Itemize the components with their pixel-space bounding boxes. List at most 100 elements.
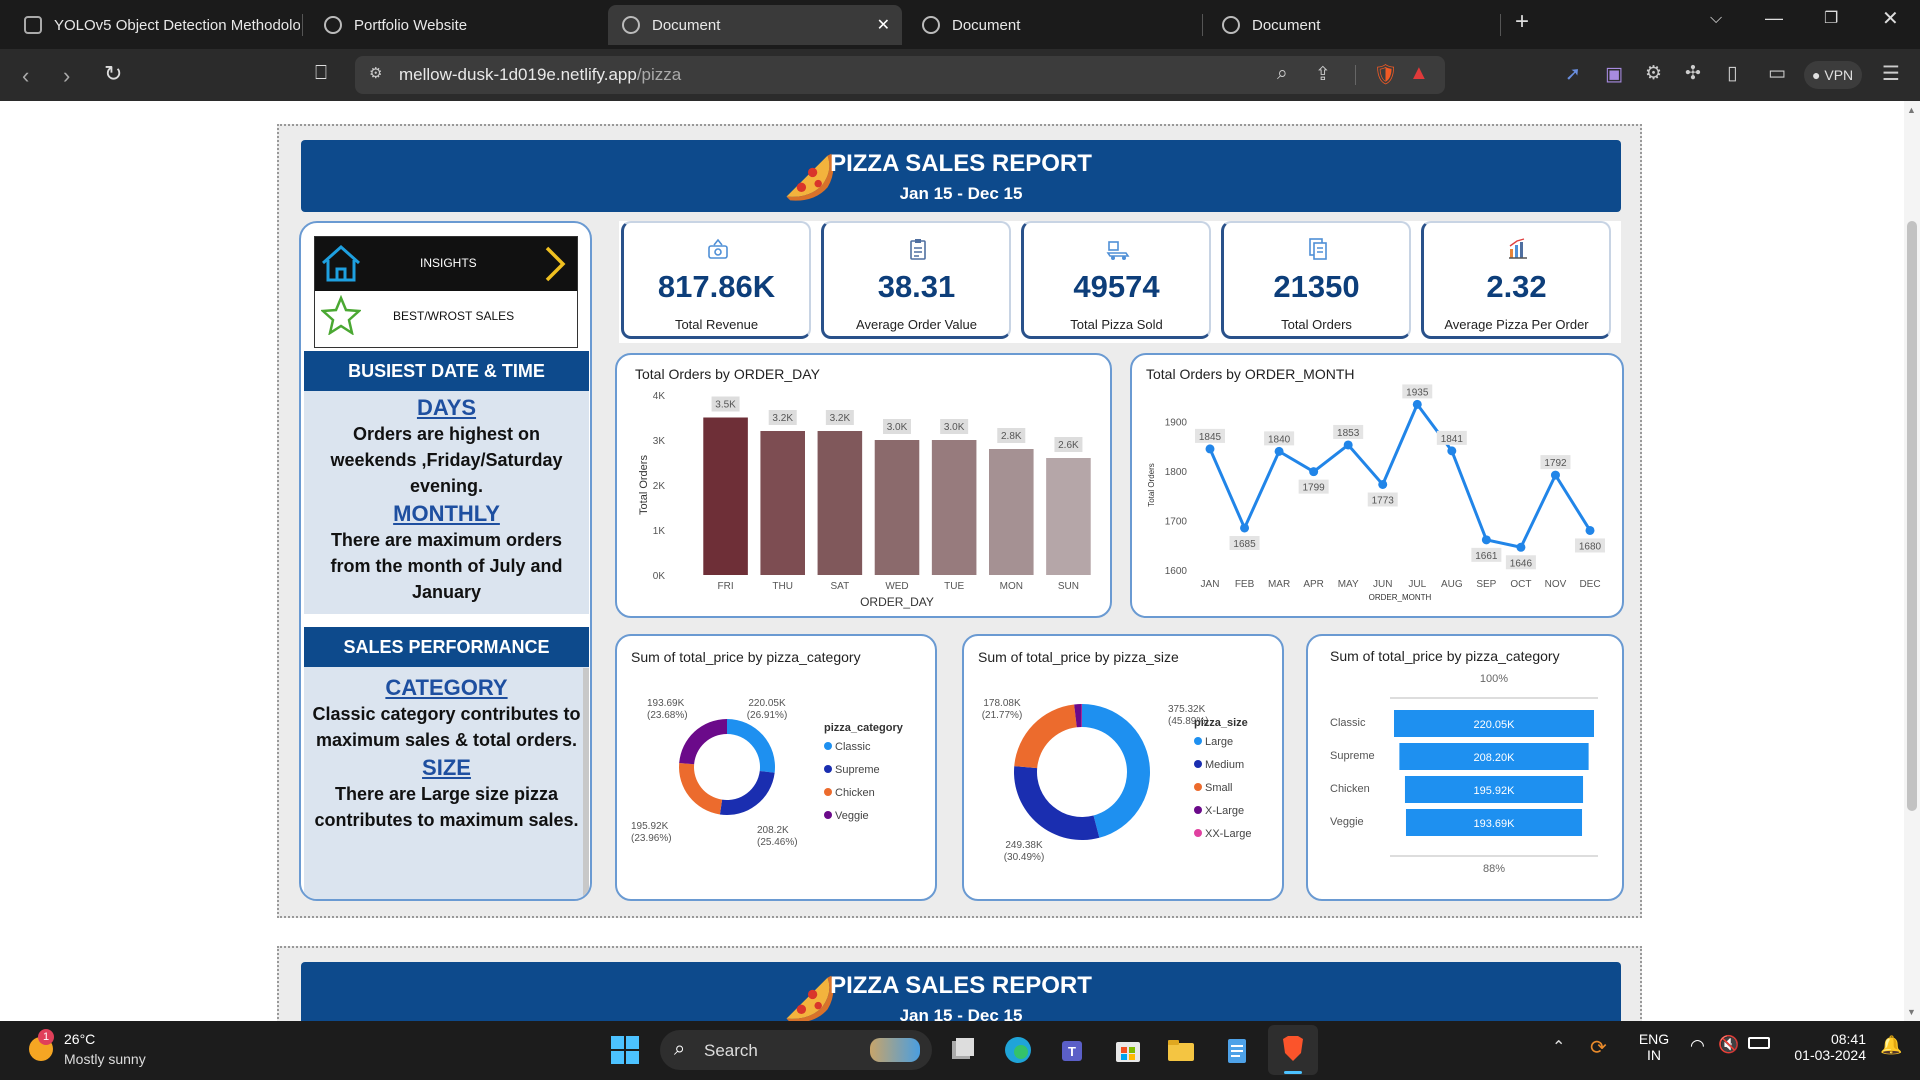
sidebar-icon[interactable]: ▯	[1727, 62, 1737, 85]
share-icon[interactable]: ⇪	[1315, 63, 1331, 86]
scroll-down-icon[interactable]: ▼	[1907, 1007, 1916, 1017]
pie-slice	[727, 719, 775, 773]
kpi-label: Average Order Value	[856, 317, 977, 332]
close-window-button[interactable]: ✕	[1882, 6, 1899, 31]
price-by-category-donut: Sum of total_price by pizza_category 220.…	[631, 649, 904, 848]
extension-icon[interactable]: ▣	[1605, 63, 1623, 86]
tab-yolov5[interactable]: YOLOv5 Object Detection Methodolo	[10, 5, 300, 45]
notepad-icon[interactable]	[1222, 1035, 1252, 1065]
extensions-puzzle-icon[interactable]: ✣	[1685, 62, 1701, 85]
scroll-up-icon[interactable]: ▲	[1907, 105, 1916, 115]
minimize-button[interactable]: —	[1765, 8, 1783, 29]
x-tick-label: FEB	[1235, 579, 1255, 590]
size-text: There are Large size pizza contributes t…	[314, 784, 579, 830]
forward-icon[interactable]: ›	[63, 63, 70, 89]
mute-icon[interactable]: 🔇	[1718, 1035, 1739, 1055]
busiest-section: DAYS Orders are highest on weekends ,Fri…	[304, 391, 589, 614]
page-scrollbar[interactable]: ▲ ▼	[1904, 101, 1920, 1021]
orders-icon	[1309, 238, 1327, 260]
wifi-icon[interactable]: ◠	[1690, 1036, 1705, 1056]
wallet-icon[interactable]: ▭	[1768, 62, 1786, 85]
orders-by-month-card: Total Orders by ORDER_MONTH 1600 1700 1800 1…	[1130, 353, 1624, 618]
tab-document-3[interactable]: Document	[1208, 5, 1498, 45]
active-indicator	[1284, 1071, 1302, 1074]
data-label: 2.6K	[1058, 440, 1079, 451]
tab-divider	[1500, 14, 1501, 36]
restore-button[interactable]: ❐	[1824, 8, 1838, 28]
kpi-total-orders: 21350 Total Orders	[1221, 221, 1411, 339]
data-label: 3.5K	[715, 400, 736, 411]
insights-nav-button[interactable]: INSIGHTS	[315, 237, 577, 291]
close-tab-icon[interactable]: ✕	[877, 15, 890, 35]
orders-by-day-card: Total Orders by ORDER_DAY 0K 1K 2K 3K 4K Total…	[615, 353, 1112, 618]
data-label: 1646	[1510, 558, 1533, 569]
brave-rewards-icon[interactable]: ▲	[1409, 62, 1429, 85]
brave-shields-icon[interactable]: 🛡	[1373, 62, 1398, 87]
data-label: 1845	[1199, 432, 1222, 443]
x-tick-label: APR	[1303, 579, 1324, 590]
url-text[interactable]: mellow-dusk-1d019e.netlify.app/pizza	[399, 65, 681, 85]
weather-widget[interactable]: 1	[24, 1029, 58, 1065]
windows-start-icon[interactable]	[610, 1035, 640, 1065]
settings-extension-icon[interactable]: ⚙	[1645, 62, 1662, 85]
lang-primary: ENG	[1638, 1031, 1670, 1047]
legend-swatch	[1194, 737, 1202, 745]
data-point	[1585, 525, 1595, 535]
x-tick-label: SUN	[1058, 581, 1079, 592]
menu-icon[interactable]: ☰	[1882, 61, 1900, 86]
taskbar-search[interactable]: ⌕ Search	[660, 1030, 932, 1070]
x-tick-label: SEP	[1476, 579, 1496, 590]
report-title: PIZZA SALES REPORT	[830, 972, 1092, 999]
url-host: mellow-dusk-1d019e.netlify.app	[399, 65, 637, 84]
clock[interactable]: 08:41 01-03-2024	[1786, 1031, 1866, 1063]
back-icon[interactable]: ‹	[22, 63, 29, 89]
legend-label: Large	[1205, 736, 1233, 748]
vpn-button[interactable]: ● VPN	[1804, 61, 1862, 89]
battery-icon[interactable]	[1748, 1037, 1770, 1049]
price-by-category-funnel: Sum of total_price by pizza_category 100%…	[1330, 648, 1598, 875]
x-tick-label: JAN	[1201, 579, 1220, 590]
zoom-icon[interactable]: ⌕	[1277, 63, 1288, 85]
report-title: PIZZA SALES REPORT	[830, 150, 1092, 177]
chart-title: Total Orders by ORDER_DAY	[635, 366, 821, 382]
y-tick-label: 1600	[1165, 566, 1188, 577]
price-by-size-donut-card: Sum of total_price by pizza_size 375.32K (…	[962, 634, 1284, 901]
funnel-bottom-label: 88%	[1483, 863, 1505, 875]
sync-icon[interactable]: ⟳	[1590, 1035, 1607, 1060]
new-tab-button[interactable]: +	[1515, 8, 1529, 36]
bar	[931, 440, 977, 575]
tab-list-chevron-icon[interactable]: ⌵	[1710, 10, 1722, 28]
chart-title: Sum of total_price by pizza_category	[631, 649, 861, 665]
busiest-header: BUSIEST DATE & TIME	[304, 351, 589, 391]
file-explorer-icon[interactable]	[1166, 1035, 1196, 1065]
url-bar[interactable]: ⚙ mellow-dusk-1d019e.netlify.app/pizza ⌕…	[355, 56, 1445, 94]
site-settings-icon[interactable]: ⚙	[369, 64, 382, 82]
cursor-extension-icon[interactable]: ➚	[1565, 63, 1581, 86]
chart-title: Total Orders by ORDER_MONTH	[1146, 366, 1354, 382]
tab-document-2[interactable]: Document	[908, 5, 1198, 45]
scroll-thumb[interactable]	[1907, 221, 1917, 811]
notification-bell-icon[interactable]: 🔔	[1880, 1035, 1902, 1056]
tab-document-active[interactable]: Document ✕	[608, 5, 902, 45]
edge-icon[interactable]	[1003, 1035, 1033, 1065]
language-indicator[interactable]: ENG IN	[1634, 1031, 1674, 1063]
reload-icon[interactable]: ↻	[104, 61, 122, 87]
monthly-title: MONTHLY	[393, 501, 500, 526]
tab-divider	[302, 14, 303, 36]
bookmark-icon[interactable]: ⎕	[315, 62, 327, 85]
legend-swatch	[1194, 806, 1202, 814]
teams-icon[interactable]: T	[1058, 1035, 1088, 1065]
chevron-up-icon[interactable]: ⌃	[1552, 1037, 1565, 1057]
brave-taskbar-button[interactable]	[1268, 1025, 1318, 1075]
tab-portfolio[interactable]: Portfolio Website	[310, 5, 600, 45]
bar	[703, 417, 748, 575]
kpi-value: 49574	[1073, 269, 1160, 304]
panel-scrollbar[interactable]	[583, 668, 589, 898]
bar	[817, 431, 863, 575]
task-view-icon[interactable]	[948, 1035, 978, 1065]
bar-chart-icon	[1509, 238, 1527, 259]
data-point	[1240, 523, 1250, 533]
x-tick-label: JUN	[1373, 579, 1392, 590]
data-label: (26.91%)	[747, 710, 788, 721]
store-icon[interactable]	[1113, 1035, 1143, 1065]
